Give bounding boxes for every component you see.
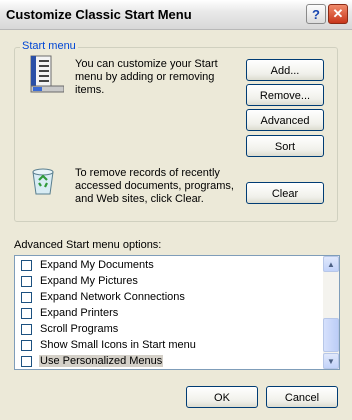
advanced-options-label: Advanced Start menu options:	[14, 239, 162, 251]
option-row[interactable]: Expand Network Connections	[21, 289, 186, 305]
checkbox[interactable]	[21, 275, 32, 287]
option-label: Expand My Pictures	[40, 275, 138, 287]
customize-description: You can customize your Start menu by add…	[75, 58, 218, 96]
advanced-options-list[interactable]: Expand My Documents Expand My Pictures E…	[14, 255, 340, 370]
option-label: Expand Network Connections	[40, 291, 185, 303]
checkbox[interactable]	[21, 291, 32, 303]
start-menu-icon	[30, 55, 64, 93]
checkbox[interactable]	[21, 323, 32, 335]
recycle-bin-icon	[32, 168, 54, 195]
add-button[interactable]: Add...	[246, 59, 324, 81]
vertical-scrollbar[interactable]: ▲ ▼	[323, 256, 339, 369]
customize-classic-start-menu-dialog: Customize Classic Start Menu ? ✕ Start m…	[0, 0, 352, 420]
checkbox[interactable]	[21, 307, 32, 319]
arrow-down-icon: ▼	[327, 356, 335, 366]
scroll-thumb[interactable]	[323, 318, 339, 352]
option-row[interactable]: Expand My Documents	[21, 257, 155, 273]
help-icon: ?	[312, 6, 320, 22]
advanced-button[interactable]: Advanced	[246, 109, 324, 131]
cancel-button[interactable]: Cancel	[266, 386, 338, 408]
option-row[interactable]: Expand Printers	[21, 305, 119, 321]
scroll-up-button[interactable]: ▲	[323, 256, 339, 272]
checkbox[interactable]	[21, 355, 32, 367]
scroll-down-button[interactable]: ▼	[323, 353, 339, 369]
help-button[interactable]: ?	[306, 4, 326, 24]
option-label: Expand My Documents	[40, 259, 154, 271]
option-row[interactable]: Show Small Icons in Start menu	[21, 337, 197, 353]
clear-description: To remove records of recently accessed d…	[75, 167, 234, 205]
start-menu-group-label: Start menu	[20, 40, 78, 52]
option-label: Scroll Programs	[40, 323, 119, 335]
checkbox[interactable]	[21, 339, 32, 351]
option-label: Show Small Icons in Start menu	[40, 339, 196, 351]
option-label-selected: Use Personalized Menus	[39, 355, 164, 367]
checkbox[interactable]	[21, 259, 32, 271]
option-row[interactable]: Expand My Pictures	[21, 273, 139, 289]
option-row[interactable]: Scroll Programs	[21, 321, 119, 337]
ok-button[interactable]: OK	[186, 386, 258, 408]
window-title: Customize Classic Start Menu	[6, 7, 192, 22]
clear-button[interactable]: Clear	[246, 182, 324, 204]
remove-button[interactable]: Remove...	[246, 84, 324, 106]
close-icon: ✕	[332, 6, 344, 21]
option-row[interactable]: Use Personalized Menus	[21, 353, 164, 369]
arrow-up-icon: ▲	[327, 259, 335, 269]
title-bar[interactable]: Customize Classic Start Menu ? ✕	[0, 0, 352, 30]
close-button[interactable]: ✕	[328, 4, 348, 24]
option-label: Expand Printers	[40, 307, 119, 319]
sort-button[interactable]: Sort	[246, 135, 324, 157]
